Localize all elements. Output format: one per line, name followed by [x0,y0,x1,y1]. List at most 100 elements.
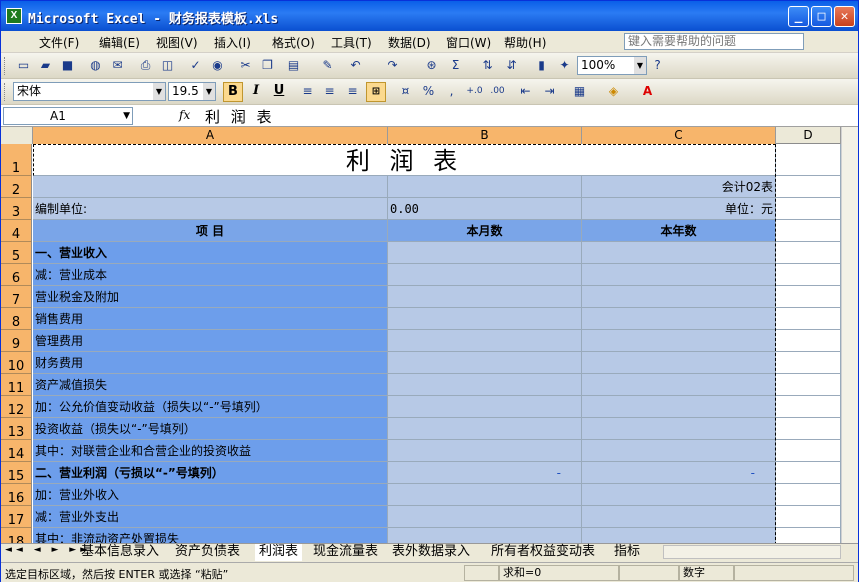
value-cell[interactable] [582,330,776,352]
chart-icon[interactable]: ▮ [533,57,550,74]
row-header[interactable]: 14 [1,440,32,462]
sheet-tab-equity-changes[interactable]: 所有者权益变动表 [487,544,599,561]
email-icon[interactable]: ✉ [109,57,126,74]
sheet-tab-basic-info[interactable]: 基本信息录入 [77,544,163,561]
menu-edit[interactable]: 编辑(E) [99,34,140,51]
align-right-icon[interactable]: ≡ [344,83,361,100]
value-cell[interactable] [388,242,582,264]
select-all-corner[interactable] [1,127,33,144]
value-cell[interactable] [582,440,776,462]
empty-cell[interactable] [776,374,841,396]
header-cell[interactable]: 本年数 [582,220,776,242]
sheet-tab-indicators[interactable]: 指标 [610,544,644,561]
value-cell[interactable] [582,396,776,418]
fill-color-icon[interactable]: ◈ [605,83,622,100]
value-cell[interactable] [582,286,776,308]
sheet-tab-balance-sheet[interactable]: 资产负债表 [171,544,244,561]
row-header[interactable]: 3 [1,198,32,220]
name-box[interactable]: A1 ▼ [3,107,133,125]
value-cell[interactable] [582,242,776,264]
chevron-down-icon[interactable]: ▼ [634,57,646,74]
cell[interactable]: 0.00 [388,198,582,220]
empty-cell[interactable] [776,144,841,176]
empty-cell[interactable] [776,242,841,264]
currency-icon[interactable]: ¤ [397,83,414,100]
horizontal-scrollbar[interactable] [663,545,841,559]
drawing-icon[interactable]: ✦ [556,57,573,74]
item-label-cell[interactable]: 加：公允价值变动收益（损失以“-”号填列） [33,396,388,418]
empty-cell[interactable] [776,352,841,374]
cell[interactable]: 会计02表 [582,176,776,198]
cell[interactable] [33,176,388,198]
item-label-cell[interactable]: 投资收益（损失以“-”号填列） [33,418,388,440]
worksheet-grid[interactable]: A B C D 1利 润 表 2 会计02表 3 编制单位: 0.00 单位：元 4 项 目本月… [1,127,841,543]
row-header[interactable]: 9 [1,330,32,352]
empty-cell[interactable] [776,176,841,198]
column-header-a[interactable]: A [33,127,388,144]
menu-help[interactable]: 帮助(H) [504,34,546,51]
column-header-d[interactable]: D [776,127,841,144]
row-header[interactable]: 1 [1,144,32,176]
bold-button[interactable]: B [223,82,243,102]
column-header-b[interactable]: B [388,127,582,144]
sort-ascending-icon[interactable]: ⇅ [479,57,496,74]
close-button[interactable]: ✕ [834,6,855,27]
row-header[interactable]: 2 [1,176,32,198]
toolbar-grip[interactable] [4,57,7,75]
empty-cell[interactable] [776,330,841,352]
row-header[interactable]: 10 [1,352,32,374]
item-label-cell[interactable]: 营业税金及附加 [33,286,388,308]
zoom-select[interactable]: 100% ▼ [577,56,647,75]
vertical-scrollbar[interactable] [841,127,858,543]
item-label-cell[interactable]: 其中：非流动资产处置损失 [33,528,388,543]
empty-cell[interactable] [776,418,841,440]
value-cell[interactable] [388,528,582,543]
empty-cell[interactable] [776,528,841,543]
value-cell[interactable] [582,264,776,286]
item-label-cell[interactable]: 二、营业利润（亏损以“-”号填列） [33,462,388,484]
empty-cell[interactable] [776,440,841,462]
row-header[interactable]: 17 [1,506,32,528]
value-cell[interactable] [582,506,776,528]
sort-descending-icon[interactable]: ⇵ [503,57,520,74]
item-label-cell[interactable]: 加：营业外收入 [33,484,388,506]
chevron-down-icon[interactable]: ▼ [123,108,130,124]
menu-file[interactable]: 文件(F) [39,34,79,51]
align-center-icon[interactable]: ≡ [321,83,338,100]
item-label-cell[interactable]: 财务费用 [33,352,388,374]
autosum-icon[interactable]: Σ [447,57,464,74]
value-cell[interactable]: - [388,462,582,484]
menu-view[interactable]: 视图(V) [156,34,198,51]
increase-decimal-icon[interactable]: +.0 [466,83,483,100]
empty-cell[interactable] [776,220,841,242]
toolbar-grip[interactable] [4,83,7,101]
empty-cell[interactable] [776,198,841,220]
sheet-title-cell[interactable]: 利 润 表 [33,144,776,176]
maximize-button[interactable]: □ [811,6,832,27]
empty-cell[interactable] [776,264,841,286]
cell[interactable]: 单位：元 [582,198,776,220]
increase-indent-icon[interactable]: ⇥ [541,83,558,100]
minimize-button[interactable]: _ [788,6,809,27]
merge-center-icon[interactable]: ⊞ [366,82,386,102]
value-cell[interactable]: - [582,462,776,484]
column-header-c[interactable]: C [582,127,776,144]
open-icon[interactable]: ▰ [37,57,54,74]
permission-icon[interactable]: ◍ [87,57,104,74]
value-cell[interactable] [388,506,582,528]
menu-tools[interactable]: 工具(T) [331,34,372,51]
value-cell[interactable] [388,264,582,286]
sheet-tab-income-statement[interactable]: 利润表 [255,544,303,561]
row-header[interactable]: 16 [1,484,32,506]
print-preview-icon[interactable]: ◫ [159,57,176,74]
value-cell[interactable] [582,418,776,440]
help-search-input[interactable]: 键入需要帮助的问题 [624,33,804,50]
item-label-cell[interactable]: 销售费用 [33,308,388,330]
header-cell[interactable]: 本月数 [388,220,582,242]
menu-insert[interactable]: 插入(I) [214,34,251,51]
italic-button[interactable]: I [246,82,266,102]
empty-cell[interactable] [776,506,841,528]
new-icon[interactable]: ▭ [15,57,32,74]
value-cell[interactable] [388,418,582,440]
value-cell[interactable] [582,484,776,506]
